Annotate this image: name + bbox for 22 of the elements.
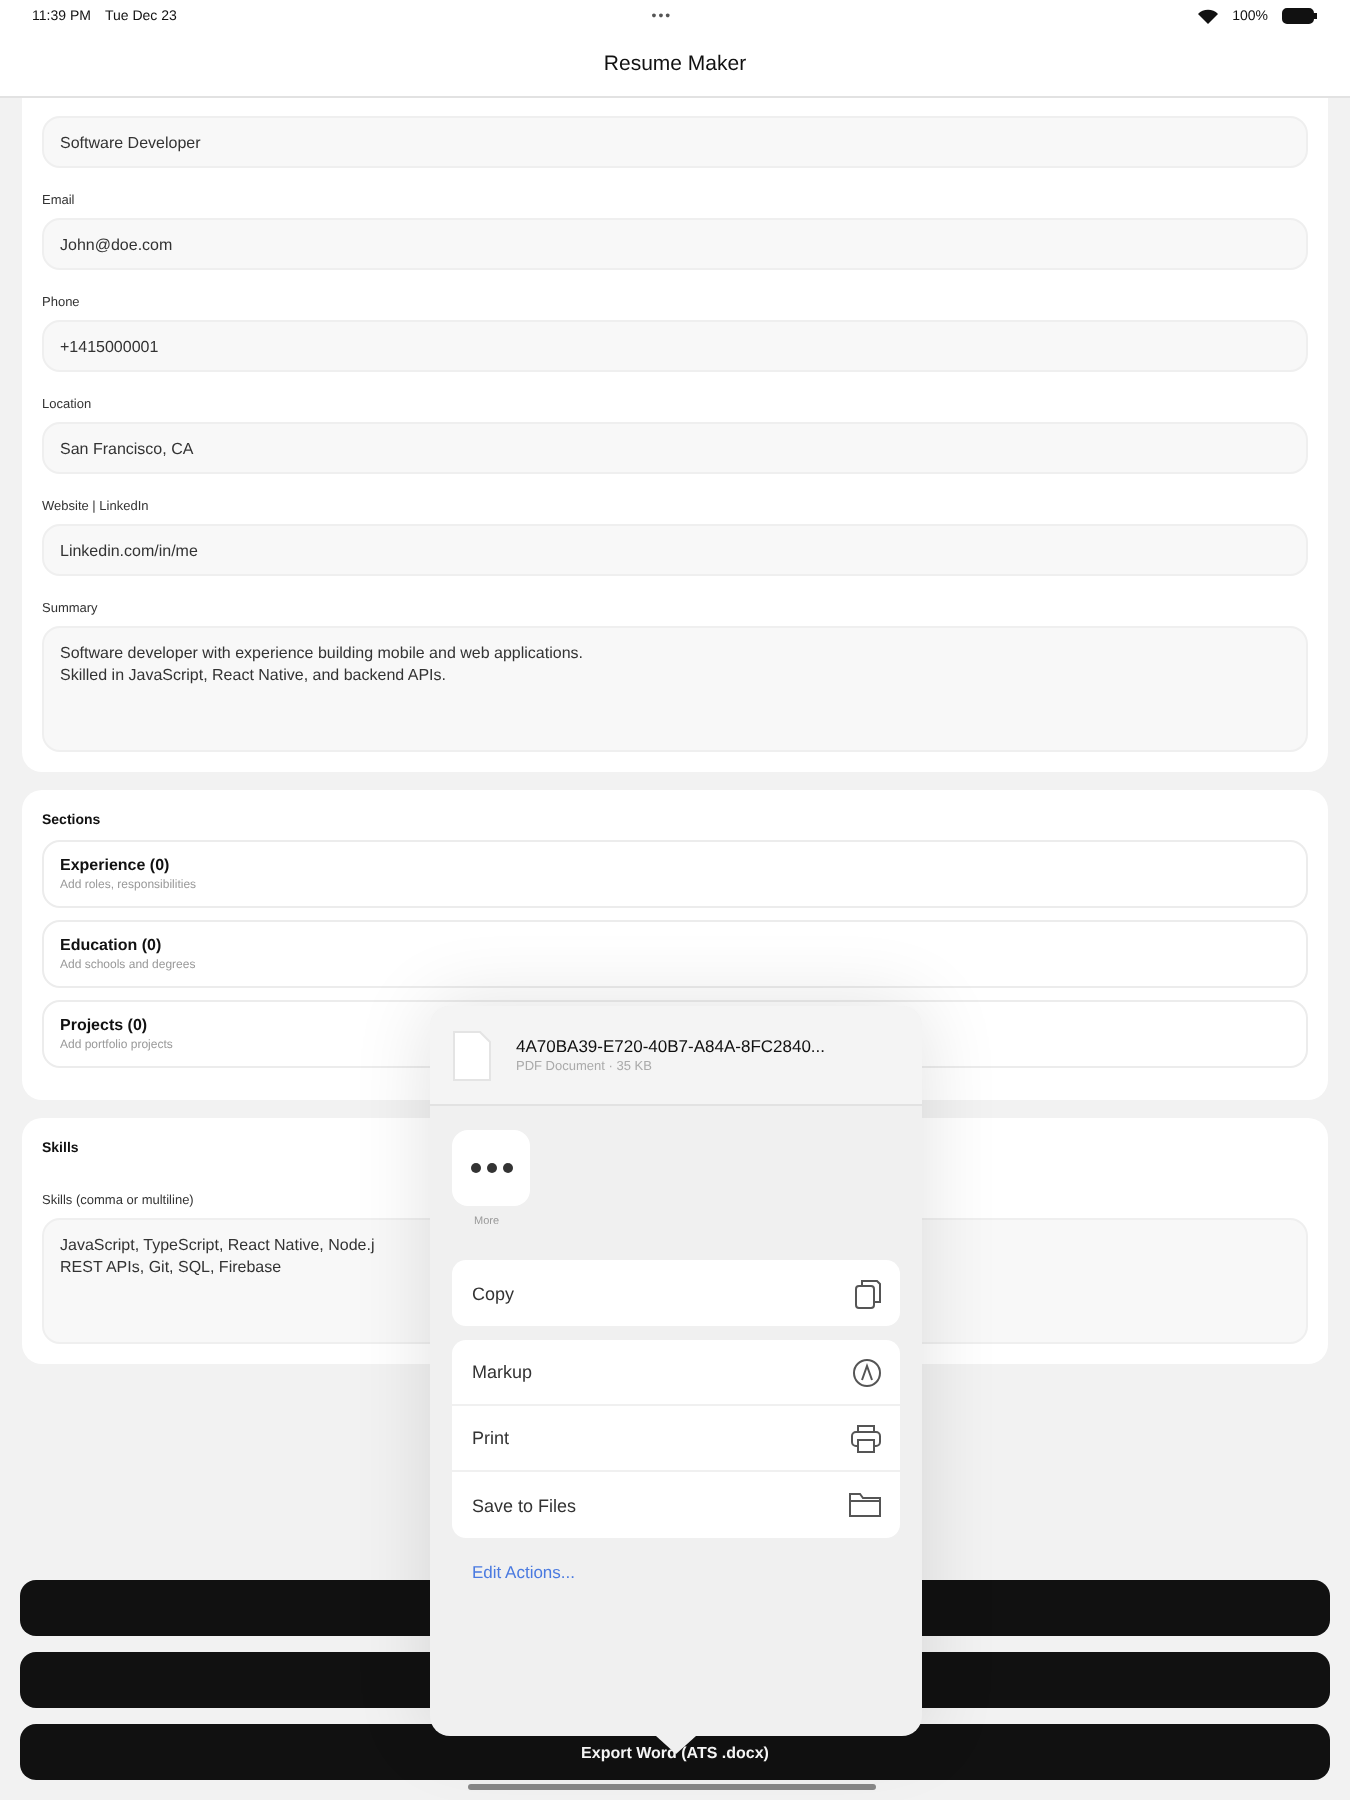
text-field[interactable]: San Francisco, CA <box>42 422 1308 474</box>
action-row[interactable]: Markup <box>452 1340 900 1406</box>
document-icon <box>452 1029 492 1081</box>
file-name: 4A70BA39-E720-40B7-A84A-8FC2840... <box>516 1036 826 1056</box>
ellipsis-icon <box>469 1162 513 1174</box>
folder-icon <box>848 1492 882 1518</box>
screen-title: Resume Maker <box>603 52 747 76</box>
action-row[interactable]: Copy <box>452 1260 900 1326</box>
text-field[interactable]: Linkedin.com/in/me <box>42 524 1308 576</box>
battery-icon <box>1282 8 1319 24</box>
text-field[interactable]: Software Developer <box>42 116 1308 168</box>
pen-circle-icon <box>852 1357 882 1387</box>
edit-actions-link[interactable]: Edit Actions... <box>472 1562 575 1582</box>
text-field[interactable]: John@doe.com <box>42 218 1308 270</box>
more-button[interactable] <box>452 1130 530 1206</box>
action-row[interactable]: Save to Files <box>452 1472 900 1538</box>
text-field[interactable]: +1415000001 <box>42 320 1308 372</box>
copy-icon <box>854 1277 882 1309</box>
printer-icon <box>850 1423 882 1453</box>
text-area[interactable]: Software developer with experience building mobile and web applications. Skilled in JavaScript, React Native, and backend APIs. <box>42 626 1308 752</box>
action-row[interactable]: Print <box>452 1406 900 1472</box>
wifi-icon <box>1198 8 1219 24</box>
